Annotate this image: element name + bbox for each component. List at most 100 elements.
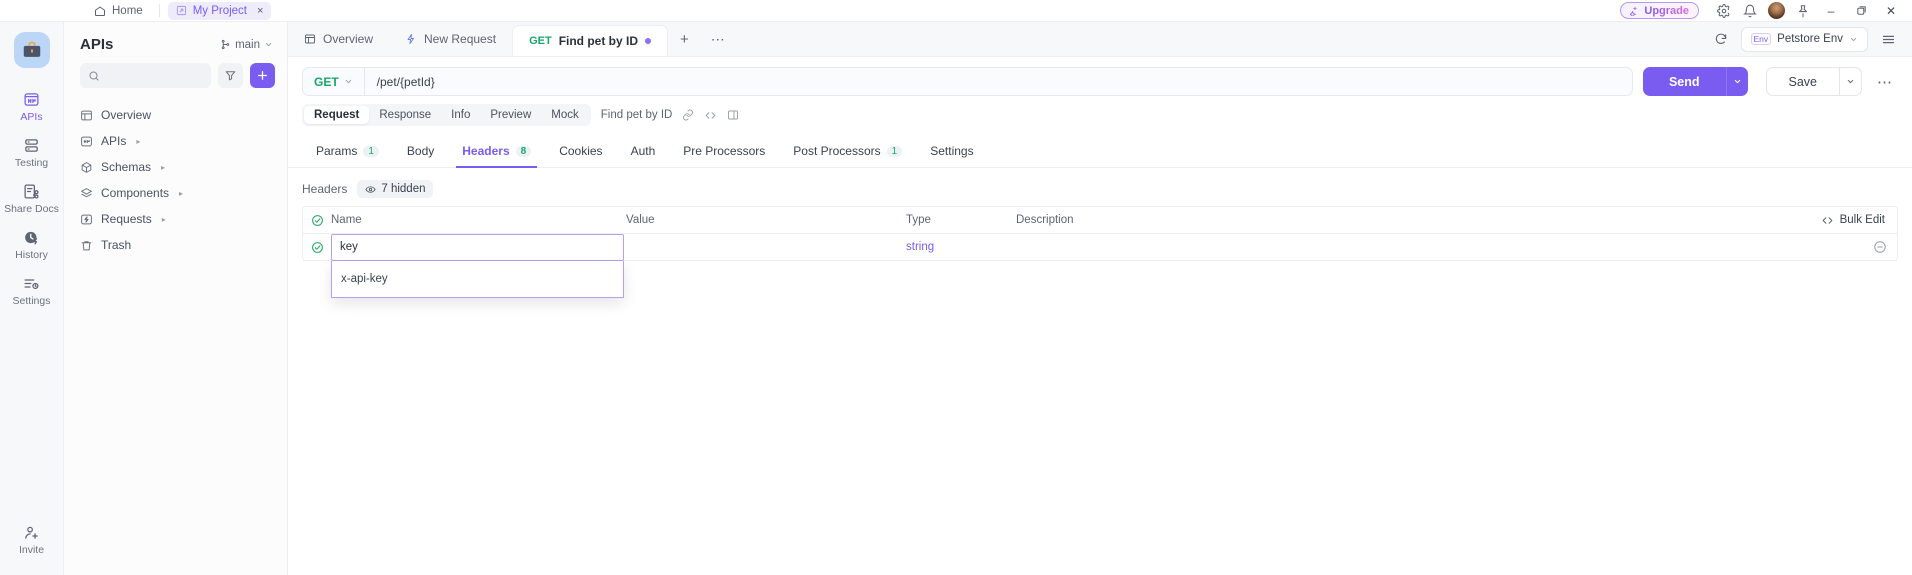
- window-close-button[interactable]: ✕: [1876, 0, 1906, 22]
- tab-label: Post Processors: [793, 144, 881, 158]
- code-icon[interactable]: [704, 109, 717, 122]
- environment-name: Petstore Env: [1777, 33, 1843, 45]
- bell-icon[interactable]: [1737, 0, 1763, 22]
- workspace-logo[interactable]: [13, 32, 50, 68]
- sidebar-item-schemas[interactable]: Schemas ▸: [64, 154, 287, 180]
- segment-info[interactable]: Info: [441, 106, 480, 124]
- history-icon: [23, 229, 40, 246]
- project-tab[interactable]: My Project ×: [167, 1, 272, 20]
- close-icon[interactable]: ×: [257, 5, 263, 17]
- project-icon: [176, 5, 187, 16]
- tab-label: Find pet by ID: [558, 34, 639, 48]
- tab-count: 1: [886, 145, 903, 157]
- pin-icon[interactable]: [1790, 0, 1816, 22]
- tab-headers[interactable]: Headers 8: [448, 138, 545, 168]
- tab-cookies[interactable]: Cookies: [545, 138, 616, 167]
- sidebar-item-label: Overview: [101, 108, 152, 122]
- upgrade-button[interactable]: Upgrade: [1620, 2, 1699, 19]
- left-rail: APIs Testing Share Docs History Settings: [0, 22, 64, 575]
- branch-selector[interactable]: main: [220, 39, 273, 51]
- tab-method: GET: [529, 35, 552, 47]
- segment-group: Request Response Info Preview Mock: [302, 104, 591, 126]
- tab-pre-processors[interactable]: Pre Processors: [669, 138, 779, 167]
- send-button[interactable]: Send: [1642, 67, 1726, 96]
- rail-item-settings[interactable]: Settings: [0, 268, 64, 314]
- request-view-segments: Request Response Info Preview Mock Find …: [288, 104, 1912, 126]
- chevron-right-icon[interactable]: ▸: [161, 163, 165, 172]
- window-minimize-button[interactable]: –: [1816, 0, 1846, 22]
- tab-overflow-button[interactable]: ⋯: [701, 22, 736, 56]
- tab-settings[interactable]: Settings: [916, 138, 987, 167]
- home-tab[interactable]: Home: [86, 2, 151, 20]
- search-input[interactable]: [106, 69, 203, 82]
- sidebar-title: APIs: [80, 36, 114, 53]
- title-bar-actions: Upgrade – ✕: [1620, 0, 1912, 22]
- segment-response[interactable]: Response: [369, 106, 441, 124]
- sidebar-item-trash[interactable]: Trash: [64, 232, 287, 258]
- table-row: x-api-key string: [303, 233, 1897, 298]
- tab-auth[interactable]: Auth: [617, 138, 670, 167]
- rail-item-testing[interactable]: Testing: [0, 130, 64, 176]
- chevron-right-icon[interactable]: ▸: [136, 137, 140, 146]
- select-all-checkbox[interactable]: [303, 214, 331, 227]
- home-icon: [94, 5, 106, 17]
- row-enabled-checkbox[interactable]: [303, 241, 331, 254]
- sidebar-item-overview[interactable]: Overview: [64, 102, 287, 128]
- sidebar-item-apis[interactable]: APIs ▸: [64, 128, 287, 154]
- tab-post-processors[interactable]: Post Processors 1: [779, 138, 916, 167]
- sidebar-item-requests[interactable]: Requests ▸: [64, 206, 287, 232]
- tab-params[interactable]: Params 1: [302, 138, 393, 167]
- url-input[interactable]: /pet/{petId}: [365, 75, 435, 89]
- window-maximize-button[interactable]: [1846, 0, 1876, 22]
- remove-circle-icon[interactable]: [1873, 240, 1897, 254]
- rail-item-label: Settings: [12, 295, 51, 307]
- tab-count: 8: [515, 145, 532, 157]
- hidden-headers-toggle[interactable]: 7 hidden: [357, 180, 434, 198]
- link-icon[interactable]: [682, 109, 694, 121]
- url-bar[interactable]: GET /pet/{petId}: [302, 67, 1633, 96]
- segment-mock[interactable]: Mock: [541, 106, 588, 124]
- send-options-button[interactable]: [1725, 67, 1748, 96]
- header-type-cell[interactable]: string: [906, 241, 1016, 253]
- chevron-right-icon[interactable]: ▸: [162, 215, 166, 224]
- rail-item-label: Share Docs: [4, 203, 59, 215]
- chevron-right-icon[interactable]: ▸: [179, 189, 183, 198]
- rail-item-share-docs[interactable]: Share Docs: [0, 176, 64, 222]
- tab-overview[interactable]: Overview: [288, 22, 389, 56]
- avatar[interactable]: [1768, 2, 1785, 19]
- table-header-row: Name Value Type Description Bulk Edit: [303, 207, 1897, 234]
- sidebar-item-components[interactable]: Components ▸: [64, 180, 287, 206]
- bulk-edit-button[interactable]: Bulk Edit: [1821, 214, 1897, 227]
- column-header-type: Type: [906, 214, 931, 226]
- headers-toolbar: Headers 7 hidden: [288, 168, 1912, 206]
- rail-item-apis[interactable]: APIs: [0, 84, 64, 130]
- gear-icon[interactable]: [1711, 0, 1737, 22]
- header-name-input[interactable]: [331, 233, 624, 261]
- testing-icon: [23, 137, 40, 154]
- save-button[interactable]: Save: [1765, 67, 1840, 96]
- rail-item-history[interactable]: History: [0, 222, 64, 268]
- search-icon: [88, 70, 100, 82]
- autocomplete-option[interactable]: x-api-key: [332, 267, 623, 291]
- new-tab-button[interactable]: +: [668, 22, 701, 56]
- tab-new-request[interactable]: New Request: [389, 22, 512, 56]
- method-label: GET: [314, 74, 339, 89]
- search-box[interactable]: [80, 63, 211, 88]
- refresh-icon[interactable]: [1709, 27, 1733, 51]
- add-button[interactable]: [250, 63, 275, 88]
- rail-item-invite[interactable]: Invite: [0, 517, 64, 563]
- tab-find-pet-by-id[interactable]: GET Find pet by ID: [512, 25, 669, 56]
- list-icon[interactable]: [1876, 27, 1900, 51]
- segment-preview[interactable]: Preview: [480, 106, 541, 124]
- panel-icon[interactable]: [727, 109, 739, 121]
- bolt-icon: [405, 33, 417, 45]
- tab-body[interactable]: Body: [393, 138, 448, 167]
- method-selector[interactable]: GET: [303, 68, 365, 95]
- segment-request[interactable]: Request: [304, 106, 370, 124]
- environment-selector[interactable]: Env Petstore Env: [1740, 26, 1868, 52]
- autocomplete-dropdown: x-api-key: [331, 260, 624, 298]
- filter-icon[interactable]: [218, 63, 243, 88]
- request-more-button[interactable]: ⋯: [1872, 67, 1898, 96]
- save-options-button[interactable]: [1840, 67, 1862, 96]
- rail-item-label: Invite: [18, 544, 45, 556]
